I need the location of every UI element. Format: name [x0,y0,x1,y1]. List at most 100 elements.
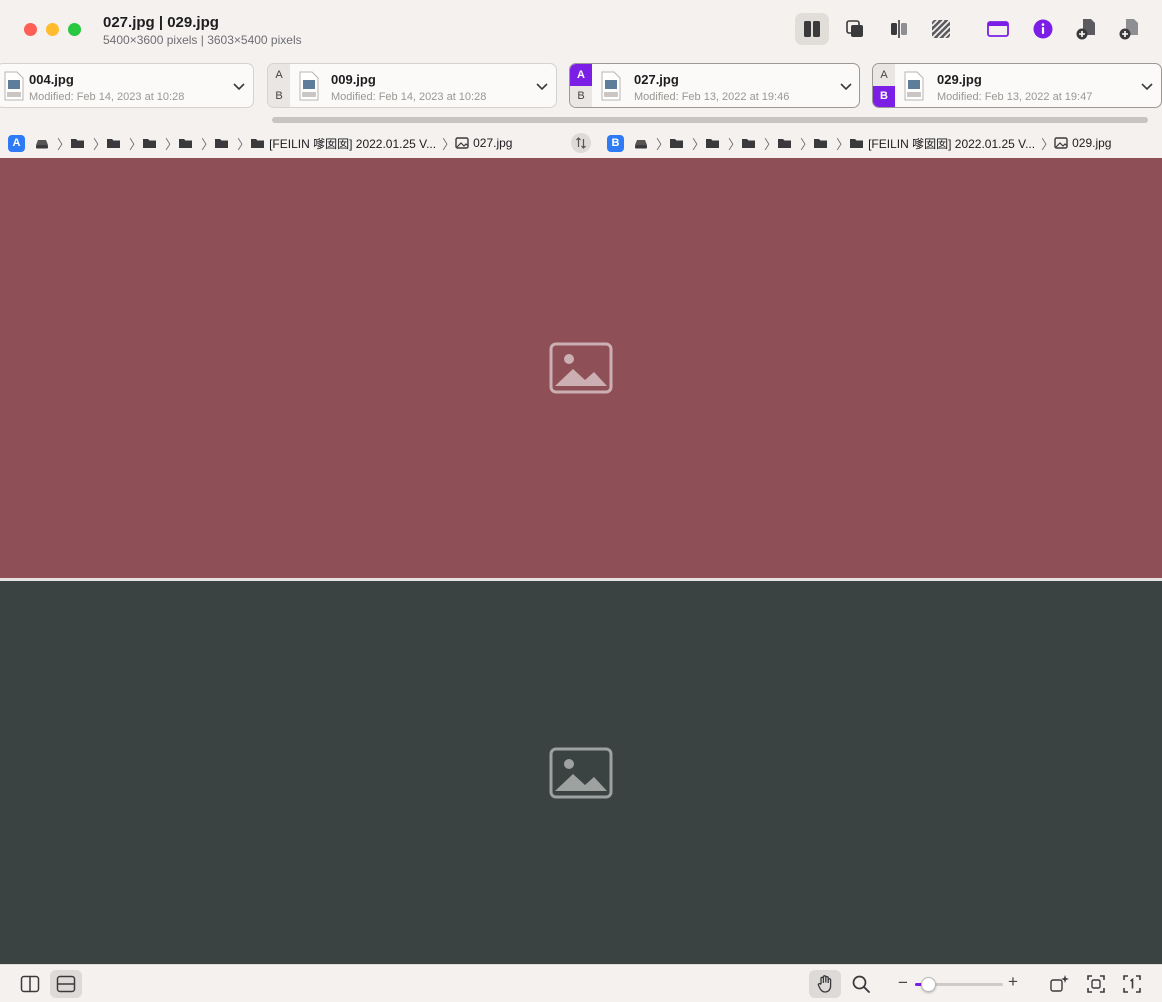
close-window-button[interactable] [24,23,37,36]
jpeg-file-icon [299,71,319,101]
path-folder-name[interactable]: [FEILIN 嗲囡囡] 2022.01.25 V... [868,135,1035,152]
title-bar: 027.jpg | 029.jpg 5400×3600 pixels | 360… [0,0,1162,58]
window-layout-button[interactable] [981,13,1015,45]
path-file-name[interactable]: 029.jpg [1072,136,1111,150]
tab-file-name: 004.jpg [29,72,74,87]
overlay-mode-button[interactable] [838,13,872,45]
side-b-toggle[interactable]: B [570,86,592,108]
side-a-toggle[interactable]: A [873,64,895,86]
auto-enhance-button[interactable] [1044,970,1076,998]
image-file-icon [1054,137,1068,149]
zoom-slider-knob[interactable] [921,977,936,992]
image-pane-b[interactable] [0,581,1162,964]
disk-icon[interactable] [634,137,648,149]
folder-icon[interactable] [214,137,229,149]
fit-to-window-button[interactable] [1080,970,1112,998]
swap-arrows-icon [576,137,586,149]
tab-modified-date: Modified: Feb 13, 2022 at 19:47 [937,91,1093,103]
tab-file-name: 029.jpg [937,72,982,87]
path-bar: A 〉 〉 〉 〉 〉 〉 [FEILIN 嗲囡囡] 2022.01.25 V.… [0,128,1162,158]
file-tab-029[interactable]: A B 029.jpg Modified: Feb 13, 2022 at 19… [872,63,1162,108]
side-by-side-icon [804,21,820,37]
chevron-down-icon[interactable] [838,78,854,94]
disk-icon[interactable] [35,137,49,149]
side-b-toggle[interactable]: B [873,85,895,107]
chevron-down-icon[interactable] [1139,78,1155,94]
folder-icon[interactable] [705,137,720,149]
image-placeholder-icon [549,747,613,798]
difference-mode-button[interactable] [924,13,958,45]
jpeg-file-icon [904,71,924,101]
side-b-badge: B [607,134,624,152]
add-right-file-icon [1119,19,1138,40]
side-by-side-mode-button[interactable] [795,13,829,45]
side-b-toggle[interactable]: B [268,86,290,108]
actual-size-icon [1123,975,1141,993]
ab-side-selector[interactable]: A B [570,64,592,107]
bottom-toolbar: − + [0,964,1162,1002]
horizontal-split-button[interactable] [50,970,82,998]
side-a-badge: A [8,134,25,152]
ab-side-selector[interactable]: A B [873,64,895,107]
folder-icon [251,139,265,148]
zoom-window-button[interactable] [68,23,81,36]
tab-file-name: 009.jpg [331,72,376,87]
horizontal-split-icon [56,975,76,993]
vertical-split-button[interactable] [14,970,46,998]
image-dimensions: 5400×3600 pixels | 3603×5400 pixels [103,33,302,47]
folder-icon[interactable] [106,137,121,149]
fit-to-window-icon [1087,975,1105,993]
scrollbar-thumb[interactable] [272,117,1148,123]
swap-sides-button[interactable] [571,133,591,153]
tab-modified-date: Modified: Feb 13, 2022 at 19:46 [634,91,790,103]
minimize-window-button[interactable] [46,23,59,36]
info-button[interactable] [1026,13,1060,45]
ab-side-selector[interactable]: A B [268,64,290,107]
chevron-down-icon[interactable] [231,78,247,94]
comparison-window: 027.jpg | 029.jpg 5400×3600 pixels | 360… [0,0,1162,1002]
split-slider-mode-button[interactable] [882,13,916,45]
jpeg-file-icon [601,71,621,101]
folder-icon[interactable] [669,137,684,149]
folder-icon[interactable] [70,137,85,149]
file-tab-004[interactable]: 004.jpg Modified: Feb 14, 2023 at 10:28 [0,63,254,108]
hand-tool-button[interactable] [809,970,841,998]
path-left: A 〉 〉 〉 〉 〉 〉 [FEILIN 嗲囡囡] 2022.01.25 V.… [8,134,512,152]
zoom-in-button[interactable]: + [1008,972,1018,992]
side-a-toggle[interactable]: A [268,64,290,86]
tab-modified-date: Modified: Feb 14, 2023 at 10:28 [29,91,185,103]
add-right-file-button[interactable] [1113,13,1147,45]
image-pane-a[interactable] [0,158,1162,578]
image-placeholder [0,581,1162,964]
magnifier-icon [852,975,870,993]
image-file-icon [455,137,469,149]
folder-icon[interactable] [142,137,157,149]
chevron-down-icon[interactable] [534,78,550,94]
folder-icon[interactable] [777,137,792,149]
window-title: 027.jpg | 029.jpg [103,14,219,31]
add-left-file-button[interactable] [1070,13,1104,45]
folder-icon[interactable] [813,137,828,149]
folder-icon[interactable] [741,137,756,149]
file-tab-strip: 004.jpg Modified: Feb 14, 2023 at 10:28 … [0,60,1162,112]
image-placeholder-icon [549,342,613,394]
magnifier-tool-button[interactable] [845,970,877,998]
zoom-out-button[interactable]: − [898,973,908,993]
zoom-slider[interactable] [915,977,1003,992]
folder-icon[interactable] [178,137,193,149]
info-icon [1033,19,1053,39]
actual-size-button[interactable] [1116,970,1148,998]
hand-tool-icon [817,975,832,993]
tab-file-name: 027.jpg [634,72,679,87]
jpeg-file-icon [4,71,24,101]
path-file-name[interactable]: 027.jpg [473,136,512,150]
window-layout-icon [987,21,1009,37]
folder-icon [850,139,864,148]
difference-hatch-icon [931,19,951,39]
auto-enhance-icon [1050,975,1069,992]
file-tab-009[interactable]: A B 009.jpg Modified: Feb 14, 2023 at 10… [267,63,557,108]
file-tab-027[interactable]: A B 027.jpg Modified: Feb 13, 2022 at 19… [569,63,860,108]
path-folder-name[interactable]: [FEILIN 嗲囡囡] 2022.01.25 V... [269,135,436,152]
side-a-toggle[interactable]: A [570,64,592,86]
tab-strip-scrollbar[interactable] [0,114,1162,126]
